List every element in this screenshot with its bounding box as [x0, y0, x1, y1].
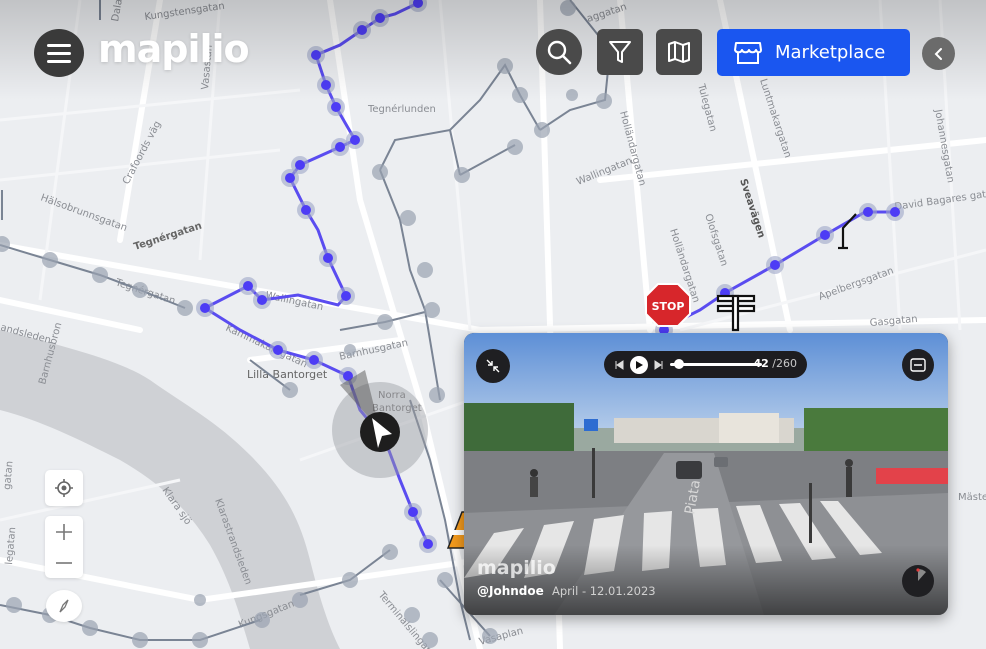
marketplace-label: Marketplace [775, 42, 886, 63]
previous-frame-icon[interactable] [614, 359, 624, 370]
minimize-icon [486, 359, 500, 373]
collapse-panel-button[interactable] [922, 37, 955, 70]
expand-viewer-button[interactable] [902, 349, 934, 381]
search-icon [547, 40, 572, 65]
chevron-left-icon [934, 47, 942, 60]
map-layers-icon [668, 41, 690, 63]
search-button[interactable] [536, 29, 582, 75]
hamburger-menu-button[interactable] [34, 29, 84, 77]
street-label: Tegnérlunden [367, 103, 436, 115]
zoom-in-button[interactable] [55, 516, 73, 547]
compass-icon [59, 599, 69, 613]
frame-current: 42 [753, 357, 769, 370]
zoom-out-button[interactable] [55, 547, 73, 578]
street-label: Lilla Bantorget [247, 368, 328, 381]
frame-total: /260 [772, 357, 797, 370]
author-name[interactable]: @Johndoe [477, 584, 544, 598]
storefront-icon [734, 41, 762, 64]
frame-counter: 42 /260 [753, 357, 797, 370]
viewer-bottom-shade [464, 545, 948, 615]
street-view-viewer[interactable]: Piata 42 /260 mapilio @Johndoe April - 1… [464, 333, 948, 615]
map-layers-button[interactable] [656, 29, 702, 75]
viewer-compass[interactable] [902, 565, 934, 597]
minimize-viewer-button[interactable] [476, 349, 510, 383]
locate-button[interactable] [45, 470, 83, 506]
sequence-player: 42 /260 [604, 351, 807, 378]
frame-slider[interactable] [670, 359, 762, 369]
play-icon [636, 360, 643, 369]
app-logo[interactable]: mapilio [98, 27, 250, 71]
compass-button[interactable] [46, 590, 82, 622]
play-button[interactable] [630, 355, 648, 374]
plus-icon [56, 523, 72, 540]
direction-cone-icon [916, 568, 926, 581]
minus-icon [56, 561, 72, 564]
frame-slider-knob[interactable] [674, 359, 685, 369]
filter-icon [609, 41, 631, 63]
svg-text:STOP: STOP [652, 300, 685, 313]
stop-sign-icon[interactable]: STOP [645, 283, 691, 327]
fullscreen-icon [910, 358, 926, 372]
locate-icon [55, 479, 73, 497]
next-frame-icon[interactable] [654, 359, 664, 370]
hamburger-menu-icon [47, 44, 71, 63]
marketplace-button[interactable]: Marketplace [717, 29, 910, 76]
zoom-controls [45, 516, 83, 578]
capture-date: April - 12.01.2023 [552, 584, 656, 598]
street-label: Mäste [958, 492, 986, 503]
filter-button[interactable] [597, 29, 643, 75]
viewer-watermark: mapilio [477, 557, 556, 579]
